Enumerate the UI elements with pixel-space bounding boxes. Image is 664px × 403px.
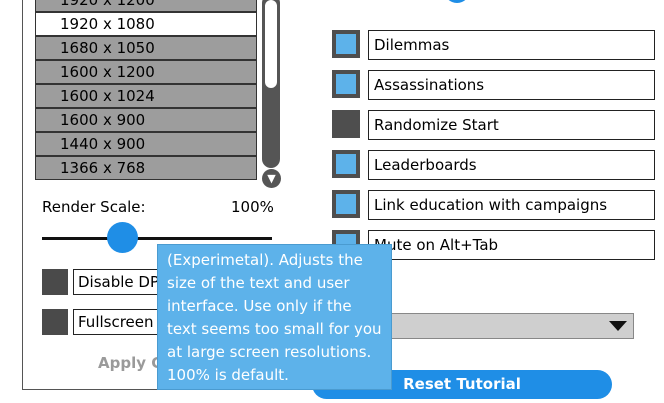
render-scale-label: Render Scale: bbox=[42, 198, 146, 216]
mute-alt-tab-label: Mute on Alt+Tab bbox=[368, 230, 655, 260]
link-education-checkbox[interactable] bbox=[332, 190, 360, 218]
scroll-down-icon[interactable]: ▼ bbox=[262, 169, 281, 188]
render-scale-slider[interactable] bbox=[42, 237, 272, 240]
scrollbar-thumb[interactable] bbox=[265, 0, 277, 88]
resolution-option[interactable]: 1600 x 1200 bbox=[35, 60, 257, 84]
checkbox-fill bbox=[336, 74, 356, 94]
resolution-option[interactable]: 1600 x 1024 bbox=[35, 84, 257, 108]
render-scale-tooltip: (Experimetal). Adjusts the size of the t… bbox=[157, 244, 392, 390]
fullscreen-checkbox[interactable] bbox=[42, 309, 68, 335]
link-education-label: Link education with campaigns bbox=[368, 190, 655, 220]
assassinations-checkbox[interactable] bbox=[332, 70, 360, 98]
resolution-option[interactable]: 1440 x 900 bbox=[35, 132, 257, 156]
disable-dpi-checkbox[interactable] bbox=[42, 269, 68, 295]
disable-dpi-label: Disable DP bbox=[73, 269, 168, 295]
checkbox-fill bbox=[336, 194, 356, 214]
randomize-start-label: Randomize Start bbox=[368, 110, 655, 140]
resolution-option[interactable]: 1920 x 1200 bbox=[35, 0, 257, 12]
assassinations-label: Assassinations bbox=[368, 70, 655, 100]
language-dropdown[interactable]: n bbox=[374, 313, 634, 339]
leaderboards-checkbox[interactable] bbox=[332, 150, 360, 178]
randomize-start-checkbox[interactable] bbox=[332, 110, 360, 138]
slider-handle[interactable] bbox=[444, 0, 470, 3]
render-scale-slider-handle[interactable] bbox=[107, 222, 138, 253]
dilemmas-label: Dilemmas bbox=[368, 30, 655, 60]
apply-changes-button[interactable]: Apply C bbox=[98, 354, 162, 372]
chevron-down-icon bbox=[609, 321, 627, 331]
fullscreen-label: Fullscreen bbox=[73, 309, 168, 335]
render-scale-value: 100% bbox=[231, 198, 274, 216]
checkbox-fill bbox=[336, 154, 356, 174]
resolution-option[interactable]: 1600 x 900 bbox=[35, 108, 257, 132]
resolution-option[interactable]: 1680 x 1050 bbox=[35, 36, 257, 60]
checkbox-fill bbox=[336, 34, 356, 54]
resolution-option-selected[interactable]: 1920 x 1080 bbox=[35, 12, 257, 36]
leaderboards-label: Leaderboards bbox=[368, 150, 655, 180]
resolution-option[interactable]: 1366 x 768 bbox=[35, 156, 257, 180]
dilemmas-checkbox[interactable] bbox=[332, 30, 360, 58]
